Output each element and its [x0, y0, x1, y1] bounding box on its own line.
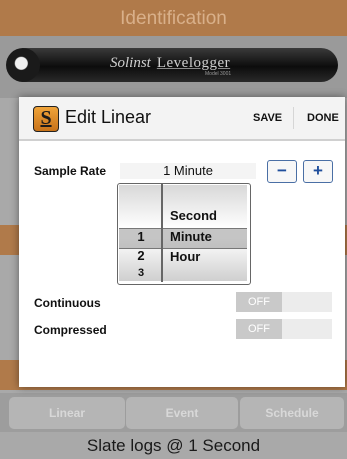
picker-number-option[interactable]: 3 — [131, 267, 151, 279]
logger-brand: Solinst Levelogger — [110, 52, 260, 74]
logger-model: Model 3001 — [205, 71, 232, 77]
picker-number-option[interactable]: 2 — [131, 248, 151, 263]
dialog-title: Edit Linear — [65, 107, 152, 127]
identification-header: Identification — [0, 0, 347, 36]
done-button[interactable]: DONE — [307, 112, 339, 124]
header-divider — [293, 107, 294, 129]
save-button[interactable]: SAVE — [253, 112, 282, 124]
dialog-header: S Edit Linear SAVE DONE — [19, 97, 345, 141]
sample-rate-value[interactable]: 1 Minute — [120, 163, 256, 179]
logger-brand-levelogger: Levelogger — [156, 55, 231, 71]
continuous-toggle-state[interactable]: OFF — [236, 292, 282, 312]
compressed-toggle-state[interactable]: OFF — [236, 319, 282, 339]
tab-linear[interactable]: Linear — [9, 397, 125, 429]
sample-rate-label: Sample Rate — [34, 164, 107, 178]
picker-number-option[interactable]: 1 — [131, 229, 151, 244]
edit-linear-dialog: S Edit Linear SAVE DONE Sample Rate 1 Mi… — [19, 97, 345, 387]
logger-brand-solinst: Solinst — [110, 55, 151, 71]
increment-button[interactable]: + — [303, 160, 333, 183]
compressed-label: Compressed — [34, 323, 107, 337]
decrement-button[interactable]: − — [267, 160, 297, 183]
solinst-app-icon: S — [33, 106, 59, 132]
picker-unit-option[interactable]: Minute — [170, 229, 212, 244]
tab-event[interactable]: Event — [126, 397, 238, 429]
picker-divider — [161, 184, 163, 282]
picker-unit-option[interactable]: Hour — [170, 249, 200, 264]
picker-unit-option[interactable]: Second — [170, 208, 217, 223]
status-text: Slate logs @ 1 Second — [0, 432, 347, 459]
continuous-label: Continuous — [34, 296, 101, 310]
tab-schedule[interactable]: Schedule — [240, 397, 344, 429]
logger-cap — [6, 48, 40, 82]
